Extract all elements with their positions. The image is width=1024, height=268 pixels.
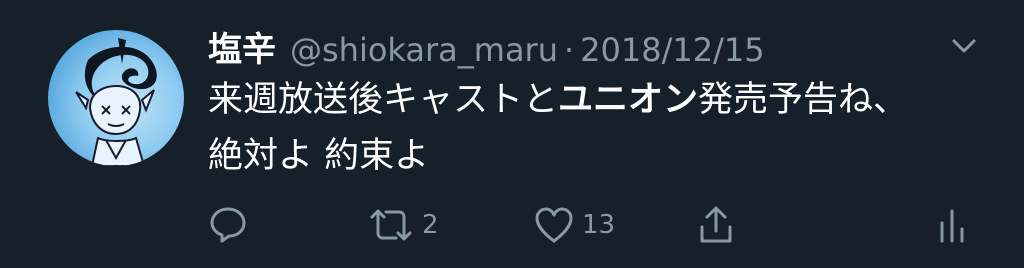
avatar[interactable] [48, 30, 184, 166]
heart-icon [532, 203, 576, 247]
like-count: 13 [582, 210, 616, 240]
retweet-icon [366, 203, 416, 247]
reply-button[interactable] [206, 200, 250, 250]
analytics-icon [934, 203, 974, 247]
share-icon [694, 203, 738, 247]
tweet-text-line-2: 絶対よ 約束よ [208, 136, 430, 176]
tweet-text: 来週放送後キャストとユニオン発売予告ね、 絶対よ 約束よ [208, 72, 968, 184]
reply-icon [206, 203, 250, 247]
share-button[interactable] [694, 200, 738, 250]
separator-dot: · [563, 31, 575, 69]
tweet-text-line-1: 来週放送後キャストとユニオン発売予告ね、 [208, 72, 968, 128]
tweet-text-segment: 来週放送後キャストと [208, 80, 559, 120]
chevron-down-icon[interactable] [948, 30, 980, 62]
tweet-text-segment: 発売予告ね、 [698, 80, 909, 120]
retweet-button[interactable]: 2 [366, 200, 439, 250]
tweet-date[interactable]: 2018/12/15 [580, 31, 764, 69]
tweet-card[interactable]: 塩辛 @shiokara_maru · 2018/12/15 来週放送後キャスト… [0, 0, 1024, 268]
user-handle[interactable]: @shiokara_maru [290, 31, 558, 69]
tweet-header: 塩辛 @shiokara_maru · 2018/12/15 [208, 22, 765, 70]
retweet-count: 2 [422, 210, 439, 240]
action-bar: 2 13 [0, 200, 1024, 250]
analytics-button[interactable] [934, 200, 974, 250]
display-name[interactable]: 塩辛 [208, 22, 276, 71]
avatar-illustration [75, 38, 157, 166]
tweet-text-bold-segment: ユニオン [558, 80, 699, 120]
like-button[interactable]: 13 [532, 200, 615, 250]
